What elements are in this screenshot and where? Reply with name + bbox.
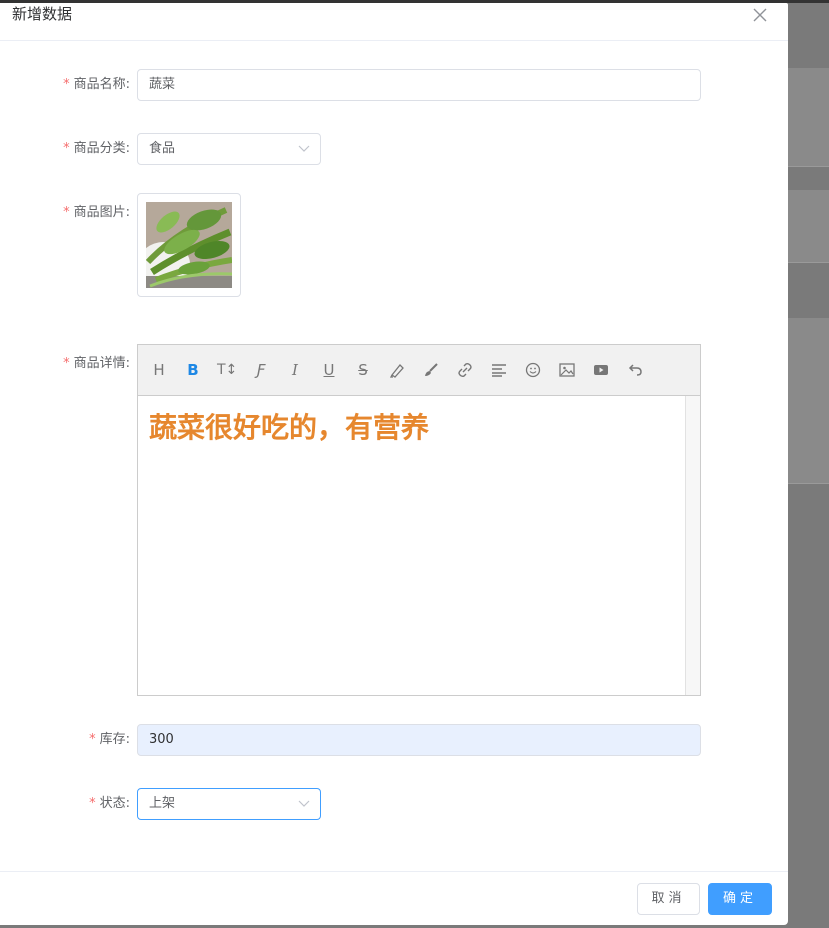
- brush-icon[interactable]: [421, 360, 441, 380]
- bold-button[interactable]: B: [183, 360, 203, 380]
- underline-button[interactable]: U: [319, 360, 339, 380]
- font-name-button[interactable]: Ƒ: [251, 360, 271, 380]
- status-label: * 状态:: [89, 796, 130, 811]
- emoji-icon[interactable]: [523, 360, 543, 380]
- highlight-pen-icon[interactable]: [387, 360, 407, 380]
- background-page-strip: [788, 68, 829, 166]
- product-category-label: * 商品分类:: [63, 141, 130, 156]
- font-size-button[interactable]: T↕: [217, 360, 237, 380]
- background-page-strip: [788, 190, 829, 262]
- background-page-divider: [788, 483, 829, 484]
- status-select[interactable]: 上架: [137, 788, 321, 820]
- italic-button[interactable]: I: [285, 360, 305, 380]
- stock-label: * 库存:: [89, 732, 130, 747]
- required-mark: *: [89, 796, 96, 811]
- undo-icon[interactable]: [625, 360, 645, 380]
- editor-content-area[interactable]: 蔬菜很好吃的，有营养: [138, 396, 686, 695]
- stock-input[interactable]: 300: [137, 724, 701, 756]
- vegetable-thumbnail: [146, 202, 232, 288]
- required-mark: *: [63, 205, 70, 220]
- product-image-label: * 商品图片:: [63, 205, 130, 220]
- heading-button[interactable]: H: [149, 360, 169, 380]
- dialog-footer: 取消 确定: [0, 871, 788, 925]
- link-icon[interactable]: [455, 360, 475, 380]
- product-category-select[interactable]: 食品: [137, 133, 321, 165]
- product-name-input[interactable]: 蔬菜: [137, 69, 701, 101]
- editor-toolbar: H B T↕ Ƒ I U S: [138, 345, 700, 396]
- close-icon[interactable]: [751, 6, 769, 24]
- required-mark: *: [89, 732, 96, 747]
- chevron-down-icon: [298, 145, 310, 152]
- cancel-button[interactable]: 取消: [637, 883, 700, 915]
- product-name-label: * 商品名称:: [63, 77, 130, 92]
- background-page-divider: [788, 262, 829, 263]
- rich-text-editor: H B T↕ Ƒ I U S 蔬菜很好吃的，有营养: [137, 344, 701, 696]
- required-mark: *: [63, 356, 70, 371]
- product-image-upload[interactable]: [137, 193, 241, 297]
- required-mark: *: [63, 141, 70, 156]
- chevron-down-icon: [298, 800, 310, 807]
- align-left-icon[interactable]: [489, 360, 509, 380]
- video-icon[interactable]: [591, 360, 611, 380]
- add-data-dialog: 新增数据 * 商品名称: 蔬菜 * 商品分类: 食品 * 商品图片: * 商品详…: [0, 3, 788, 925]
- strikethrough-button[interactable]: S: [353, 360, 373, 380]
- required-mark: *: [63, 77, 70, 92]
- product-detail-label: * 商品详情:: [63, 356, 130, 371]
- image-icon[interactable]: [557, 360, 577, 380]
- editor-text: 蔬菜很好吃的，有营养: [149, 411, 430, 444]
- dialog-title: 新增数据: [12, 5, 73, 23]
- background-page-divider: [788, 166, 829, 167]
- dialog-header: 新增数据: [0, 3, 788, 41]
- editor-scrollbar[interactable]: [685, 396, 700, 695]
- background-page-strip: [788, 318, 829, 483]
- confirm-button[interactable]: 确定: [708, 883, 772, 915]
